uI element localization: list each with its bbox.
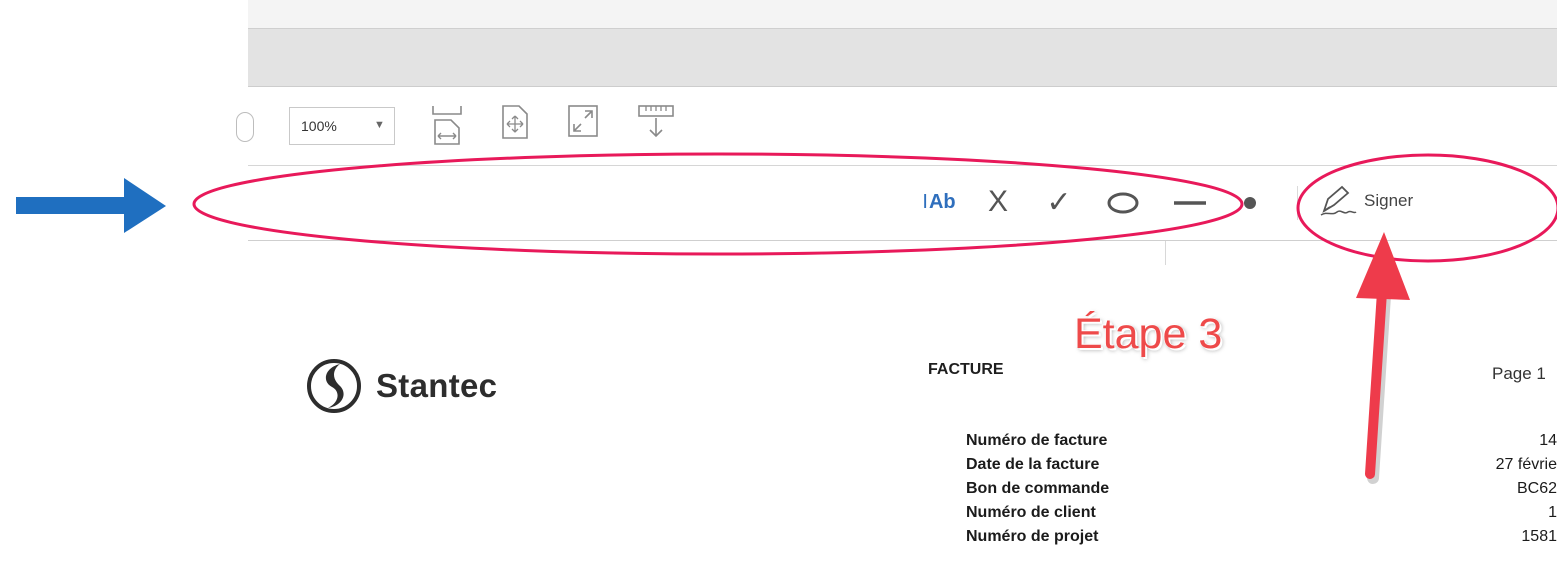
step-label: Étape 3 (1074, 310, 1223, 358)
blue-arrow (16, 178, 166, 233)
annotation-layer (16, 152, 1557, 484)
red-pointer-arrow-head (1356, 232, 1410, 300)
toolbar-highlight-ellipse (192, 152, 1244, 256)
sign-highlight-ellipse (1296, 153, 1557, 263)
